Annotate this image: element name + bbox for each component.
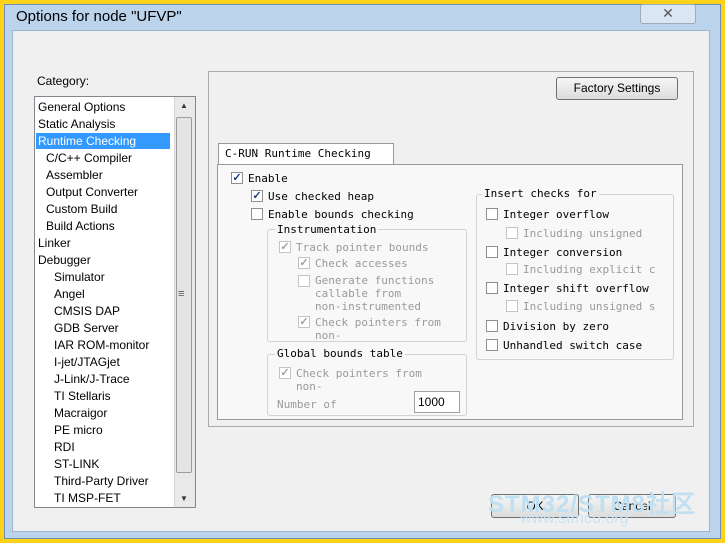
track-pointer-bounds-label: Track pointer bounds xyxy=(296,241,429,254)
close-button[interactable]: ✕ xyxy=(640,4,696,24)
instrumentation-label: Instrumentation xyxy=(275,223,379,236)
check-pointers-from-label-2: non- xyxy=(315,329,342,342)
factory-settings-button[interactable]: Factory Settings xyxy=(556,77,678,100)
category-item[interactable]: Simulator xyxy=(54,269,105,285)
enable-bounds-checking-label: Enable bounds checking xyxy=(268,208,414,221)
category-item[interactable]: Static Analysis xyxy=(38,116,115,132)
category-item[interactable]: C/C++ Compiler xyxy=(46,150,132,166)
category-item[interactable]: IAR ROM-monitor xyxy=(54,337,149,353)
watermark-url: www.stmcu.org xyxy=(520,510,629,527)
check-pointers-from-checkbox[interactable]: ✓ xyxy=(298,316,310,328)
division-by-zero-label: Division by zero xyxy=(503,320,609,333)
category-item[interactable]: Macraigor xyxy=(54,405,107,421)
global-check-pointers-label-1: Check pointers from xyxy=(296,367,422,380)
enable-checkbox[interactable]: ✓ xyxy=(231,172,243,184)
generate-functions-label-3: non-instrumented xyxy=(315,300,421,313)
unhandled-switch-case-checkbox[interactable] xyxy=(486,339,498,351)
scroll-up-icon[interactable]: ▲ xyxy=(180,101,188,110)
category-item[interactable]: Custom Build xyxy=(46,201,117,217)
category-item[interactable]: Output Converter xyxy=(46,184,138,200)
category-item[interactable]: PE micro xyxy=(54,422,103,438)
track-pointer-bounds-checkbox[interactable]: ✓ xyxy=(279,241,291,253)
category-item[interactable]: TI MSP-FET xyxy=(54,490,121,506)
generate-functions-label-2: callable from xyxy=(315,287,402,300)
close-icon: ✕ xyxy=(662,5,674,21)
integer-conversion-label: Integer conversion xyxy=(503,246,623,259)
category-item[interactable]: Debugger xyxy=(38,252,91,268)
generate-functions-checkbox[interactable] xyxy=(298,275,310,287)
category-list[interactable]: General Options Static Analysis Runtime Ch… xyxy=(34,96,196,508)
category-item[interactable]: Linker xyxy=(38,235,71,251)
category-item[interactable]: Runtime Checking xyxy=(36,133,170,149)
integer-overflow-label: Integer overflow xyxy=(503,208,609,221)
including-unsigned-checkbox[interactable] xyxy=(506,227,518,239)
enable-label: Enable xyxy=(248,172,288,185)
category-item[interactable]: CMSIS DAP xyxy=(54,303,120,319)
category-item[interactable]: J-Link/J-Trace xyxy=(54,371,130,387)
including-unsigned-shift-checkbox[interactable] xyxy=(506,300,518,312)
dialog-title: Options for node "UFVP" xyxy=(16,8,182,25)
global-check-pointers-checkbox[interactable]: ✓ xyxy=(279,367,291,379)
unhandled-switch-case-label: Unhandled switch case xyxy=(503,339,643,352)
integer-conversion-checkbox[interactable] xyxy=(486,246,498,258)
category-item[interactable]: Third-Party Driver xyxy=(54,473,149,489)
category-item[interactable]: RDI xyxy=(54,439,75,455)
global-bounds-table-label: Global bounds table xyxy=(275,347,405,360)
category-label: Category: xyxy=(37,74,90,88)
enable-bounds-checking-checkbox[interactable] xyxy=(251,208,263,220)
category-item[interactable]: TI Stellaris xyxy=(54,388,111,404)
including-unsigned-shift-label: Including unsigned s xyxy=(523,300,656,313)
category-item[interactable]: I-jet/JTAGjet xyxy=(54,354,120,370)
category-item[interactable]: ST-LINK xyxy=(54,456,99,472)
including-explicit-label: Including explicit c xyxy=(523,263,656,276)
division-by-zero-checkbox[interactable] xyxy=(486,320,498,332)
category-item[interactable]: GDB Server xyxy=(54,320,119,336)
including-unsigned-label: Including unsigned xyxy=(523,227,643,240)
use-checked-heap-checkbox[interactable]: ✓ xyxy=(251,190,263,202)
grip-icon: ≡ xyxy=(178,288,185,300)
generate-functions-label-1: Generate functions xyxy=(315,274,435,287)
integer-shift-overflow-checkbox[interactable] xyxy=(486,282,498,294)
tab-crun-runtime-checking[interactable]: C-RUN Runtime Checking xyxy=(218,143,394,165)
category-item[interactable]: Angel xyxy=(54,286,85,302)
number-of-input[interactable]: 1000 xyxy=(414,391,460,413)
insert-checks-label: Insert checks for xyxy=(482,187,599,200)
check-pointers-from-label-1: Check pointers from xyxy=(315,316,441,329)
including-explicit-checkbox[interactable] xyxy=(506,263,518,275)
global-check-pointers-label-2: non- xyxy=(296,380,323,393)
check-accesses-label: Check accesses xyxy=(315,257,408,270)
category-item[interactable]: Build Actions xyxy=(46,218,115,234)
integer-overflow-checkbox[interactable] xyxy=(486,208,498,220)
integer-shift-overflow-label: Integer shift overflow xyxy=(503,282,649,295)
category-item[interactable]: General Options xyxy=(38,99,125,115)
use-checked-heap-label: Use checked heap xyxy=(268,190,374,203)
category-item[interactable]: Assembler xyxy=(46,167,103,183)
scroll-down-icon[interactable]: ▼ xyxy=(180,494,188,503)
check-accesses-checkbox[interactable]: ✓ xyxy=(298,257,310,269)
number-of-label: Number of xyxy=(277,398,337,411)
